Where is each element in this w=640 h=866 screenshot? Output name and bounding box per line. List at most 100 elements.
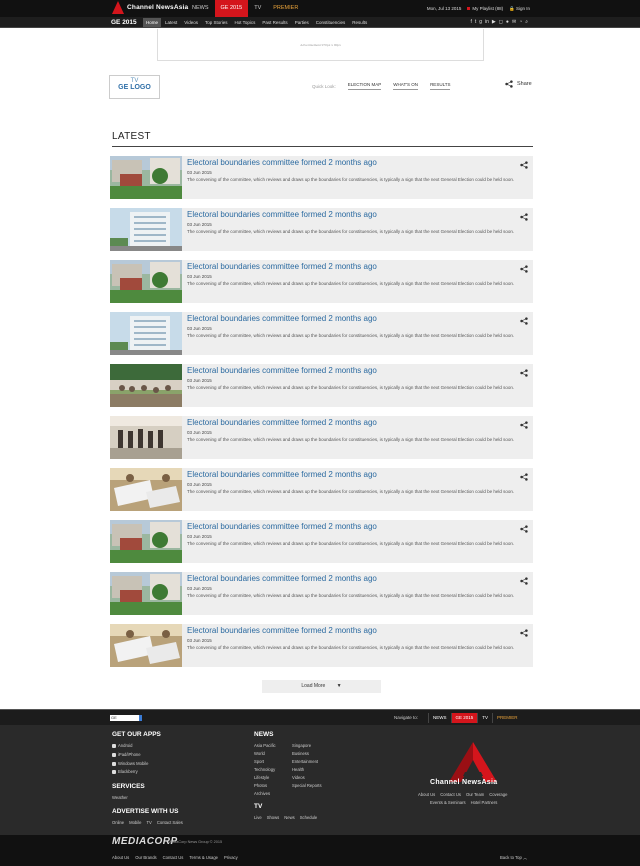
article-title[interactable]: Electoral boundaries committee formed 2 … <box>187 522 377 531</box>
article-item[interactable]: Electoral boundaries committee formed 2 … <box>110 468 533 511</box>
article-title[interactable]: Electoral boundaries committee formed 2 … <box>187 158 377 167</box>
events-seminars-link[interactable]: Events & Seminars <box>430 800 466 805</box>
app-blackberry[interactable]: Blackberry <box>112 769 138 774</box>
app-android[interactable]: Android <box>112 743 132 748</box>
tv-schedule[interactable]: Schedule <box>300 815 317 820</box>
article-item[interactable]: Electoral boundaries committee formed 2 … <box>110 416 533 459</box>
article-thumbnail[interactable] <box>110 572 182 615</box>
article-title[interactable]: Electoral boundaries committee formed 2 … <box>187 574 377 583</box>
app-windows[interactable]: Windows Mobile <box>112 761 149 766</box>
article-item[interactable]: Electoral boundaries committee formed 2 … <box>110 520 533 563</box>
share-icon[interactable] <box>520 525 528 533</box>
article-item[interactable]: Electoral boundaries committee formed 2 … <box>110 312 533 355</box>
advertise-tv[interactable]: TV <box>146 820 151 825</box>
tv-news[interactable]: News <box>284 815 294 820</box>
subnav-hot-topics[interactable]: Hot Topics <box>231 18 258 27</box>
bottom-terms-usage[interactable]: Terms & Usage <box>189 855 218 860</box>
article-item[interactable]: Electoral boundaries committee formed 2 … <box>110 156 533 199</box>
share-icon[interactable] <box>520 265 528 273</box>
article-thumbnail[interactable] <box>110 416 182 459</box>
twitter-icon[interactable]: t <box>475 18 476 27</box>
tv-shows[interactable]: Shows <box>267 815 280 820</box>
article-thumbnail[interactable] <box>110 312 182 355</box>
article-thumbnail[interactable] <box>110 260 182 303</box>
share-icon[interactable] <box>520 161 528 169</box>
article-thumbnail[interactable] <box>110 520 182 563</box>
bottom-about-us[interactable]: About Us <box>112 855 129 860</box>
article-thumbnail[interactable] <box>110 156 182 199</box>
share-icon[interactable] <box>520 421 528 429</box>
article-item[interactable]: Electoral boundaries committee formed 2 … <box>110 260 533 303</box>
subnav-past-results[interactable]: Past Results <box>259 18 290 27</box>
subnav-parties[interactable]: Parties <box>292 18 312 27</box>
article-title[interactable]: Electoral boundaries committee formed 2 … <box>187 418 377 427</box>
our-team-link[interactable]: Our Team <box>466 792 484 797</box>
news-videos[interactable]: Videos <box>292 775 305 780</box>
playlist-link[interactable]: My Playlist (88) <box>467 6 503 11</box>
about-us-link[interactable]: About Us <box>418 792 435 797</box>
article-title[interactable]: Electoral boundaries committee formed 2 … <box>187 314 377 323</box>
news-asia-pacific[interactable]: Asia Pacific <box>254 743 276 748</box>
footer-nav-tv[interactable]: TV <box>477 713 492 723</box>
article-thumbnail[interactable] <box>110 468 182 511</box>
share-icon[interactable] <box>520 473 528 481</box>
article-item[interactable]: Electoral boundaries committee formed 2 … <box>110 364 533 407</box>
youtube-icon[interactable]: ▶ <box>492 18 496 27</box>
subnav-constituencies[interactable]: Constituencies <box>313 18 349 27</box>
nav-tv[interactable]: TV <box>248 0 267 17</box>
advertise-contact-sales[interactable]: Contact Sales <box>157 820 183 825</box>
sign-in-link[interactable]: 🔒 Sign In <box>509 6 530 12</box>
subnav-latest[interactable]: Latest <box>162 18 180 27</box>
chat-icon[interactable]: ● <box>506 18 509 27</box>
news-lifestyle[interactable]: Lifestyle <box>254 775 269 780</box>
footer-nav-ge2015[interactable]: GE 2015 <box>450 713 478 723</box>
news-photos[interactable]: Photos <box>254 783 267 788</box>
advertisement-banner[interactable]: Advertisement 970px x 90px <box>157 29 484 61</box>
news-special-reports[interactable]: Special Reports <box>292 783 322 788</box>
news-world[interactable]: World <box>254 751 265 756</box>
results-link[interactable]: RESULTS <box>430 82 451 90</box>
contact-us-link[interactable]: Contact Us <box>440 792 461 797</box>
news-singapore[interactable]: Singapore <box>292 743 311 748</box>
bottom-privacy[interactable]: Privacy <box>224 855 238 860</box>
subnav-home[interactable]: Home <box>143 18 162 27</box>
article-title[interactable]: Electoral boundaries committee formed 2 … <box>187 210 377 219</box>
article-item[interactable]: Electoral boundaries committee formed 2 … <box>110 624 533 667</box>
back-to-top-link[interactable]: Back to Top ︿ <box>500 855 527 861</box>
article-item[interactable]: Electoral boundaries committee formed 2 … <box>110 208 533 251</box>
tv-ge-logo[interactable]: TV GE LOGO <box>109 75 160 99</box>
news-business[interactable]: Business <box>292 751 309 756</box>
election-map-link[interactable]: ELECTION MAP <box>347 82 382 90</box>
whats-on-link[interactable]: WHAT'S ON <box>393 82 419 90</box>
bottom-contact-us[interactable]: Contact Us <box>163 855 184 860</box>
article-title[interactable]: Electoral boundaries committee formed 2 … <box>187 626 377 635</box>
service-weather[interactable]: Weather <box>112 795 128 800</box>
channel-newsasia-logo[interactable]: Channel NewsAsia <box>112 1 188 14</box>
facebook-icon[interactable]: f <box>470 18 471 27</box>
nav-ge2015[interactable]: GE 2015 <box>214 0 249 17</box>
news-sport[interactable]: Sport <box>254 759 264 764</box>
advertise-online[interactable]: Online <box>112 820 124 825</box>
share-button[interactable]: Share <box>505 80 532 88</box>
instagram-icon[interactable]: ◻ <box>499 18 503 27</box>
footer-search-input[interactable]: GE <box>110 715 142 721</box>
nav-premier[interactable]: PREMIER <box>267 0 304 17</box>
app-ios[interactable]: iPad/iPhone <box>112 752 141 757</box>
googleplus-icon[interactable]: g <box>479 18 482 27</box>
article-item[interactable]: Electoral boundaries committee formed 2 … <box>110 572 533 615</box>
news-archives[interactable]: Archives <box>254 791 270 796</box>
article-thumbnail[interactable] <box>110 624 182 667</box>
footer-nav-news[interactable]: NEWS <box>428 713 451 723</box>
news-health[interactable]: Health <box>292 767 304 772</box>
tv-live[interactable]: Live <box>254 815 262 820</box>
share-icon[interactable] <box>520 629 528 637</box>
news-technology[interactable]: Technology <box>254 767 275 772</box>
share-icon[interactable] <box>520 369 528 377</box>
subnav-results[interactable]: Results <box>349 18 370 27</box>
news-entertainment[interactable]: Entertainment <box>292 759 318 764</box>
article-thumbnail[interactable] <box>110 364 182 407</box>
coverage-link[interactable]: Coverage <box>489 792 507 797</box>
rss-icon[interactable]: ◔ <box>519 18 522 27</box>
advertise-mobile[interactable]: Mobile <box>129 820 141 825</box>
bottom-our-brands[interactable]: Our Brands <box>135 855 156 860</box>
